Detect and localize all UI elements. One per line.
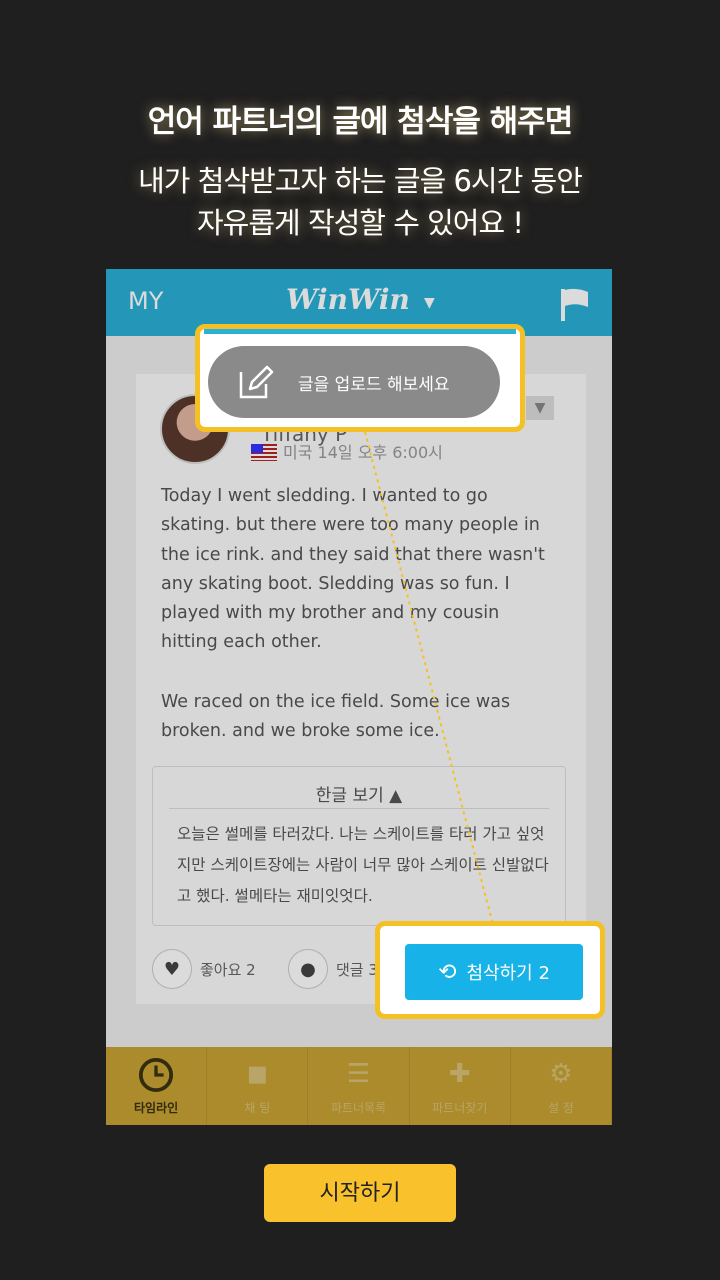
- upload-button[interactable]: 글을 업로드 해보세요: [208, 346, 500, 418]
- tab-indicator: [204, 329, 516, 334]
- correction-label: 첨삭하기 2: [466, 963, 550, 984]
- refresh-icon: ⟲: [438, 959, 457, 985]
- correction-button[interactable]: ⟲ 첨삭하기 2: [405, 944, 583, 1000]
- upload-prompt: 글을 업로드 해보세요: [298, 375, 450, 395]
- subline-2: 자유롭게 작성할 수 있어요 !: [197, 206, 524, 240]
- headline: 언어 파트너의 글에 첨삭을 해주면: [147, 104, 573, 140]
- start-button[interactable]: 시작하기: [264, 1164, 456, 1222]
- subline-1: 내가 첨삭받고자 하는 글을 6시간 동안: [138, 164, 583, 198]
- edit-icon: [239, 365, 274, 399]
